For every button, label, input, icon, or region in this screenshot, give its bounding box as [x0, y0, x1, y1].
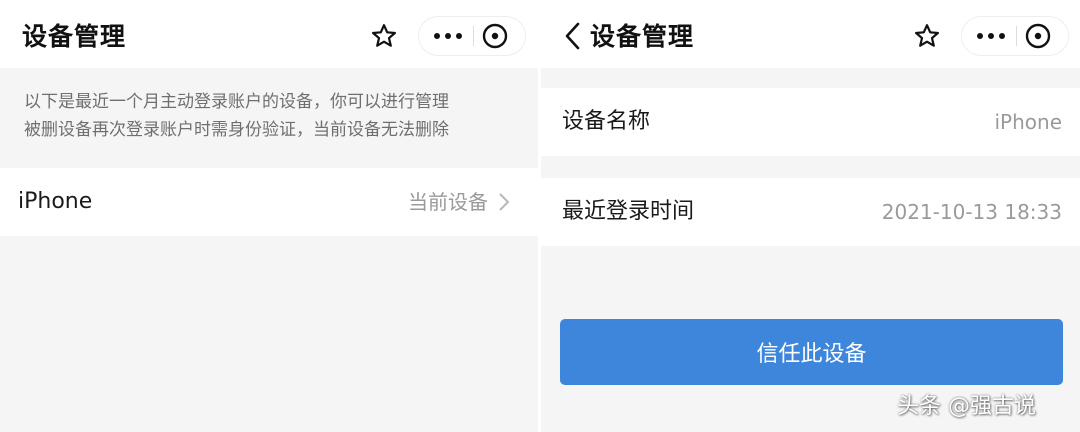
last-login-row: 最近登录时间 2021-10-13 18:33 — [541, 178, 1080, 246]
watermark: 头条 @强古说 — [897, 394, 1036, 419]
more-button[interactable] — [425, 17, 471, 55]
more-dots-icon — [434, 33, 462, 39]
device-name: iPhone — [18, 189, 93, 214]
capsule-divider — [473, 26, 474, 46]
page-title: 设备管理 — [22, 22, 127, 51]
trust-device-button[interactable]: 信任此设备 — [560, 319, 1063, 385]
device-status: 当前设备 — [408, 190, 488, 214]
nav-bar: 设备管理 — [0, 0, 538, 68]
device-notice: 以下是最近一个月主动登录账户的设备，你可以进行管理 被删设备再次登录账户时需身份… — [24, 88, 449, 144]
back-arrow-icon[interactable] — [563, 21, 583, 51]
last-login-value: 2021-10-13 18:33 — [881, 200, 1062, 224]
capsule-divider — [1016, 26, 1017, 46]
star-icon[interactable] — [370, 22, 398, 50]
more-dots-icon — [977, 33, 1005, 39]
notice-line-2: 被删设备再次登录账户时需身份验证，当前设备无法删除 — [24, 120, 449, 140]
menu-capsule — [961, 16, 1069, 56]
close-circle-icon[interactable] — [479, 20, 511, 52]
star-icon[interactable] — [913, 22, 941, 50]
device-row-iphone[interactable]: iPhone 当前设备 — [0, 168, 538, 236]
nav-bar: 设备管理 — [541, 0, 1080, 68]
device-name-row: 设备名称 iPhone — [541, 88, 1080, 156]
device-detail-screen: 设备管理 设备名称 iPhone 最近登录时间 2021-10-13 18:33… — [541, 0, 1080, 432]
page-title: 设备管理 — [590, 22, 695, 51]
chevron-right-icon — [499, 193, 510, 211]
menu-capsule — [418, 16, 526, 56]
device-list-screen: 设备管理 以下是最近一个月主动登录账户的设备，你可以进行管理 被删设备再次登录账… — [0, 0, 538, 432]
last-login-label: 最近登录时间 — [562, 199, 695, 224]
device-name-value: iPhone — [994, 110, 1062, 134]
close-circle-icon[interactable] — [1022, 20, 1054, 52]
device-name-label: 设备名称 — [562, 109, 651, 134]
more-button[interactable] — [968, 17, 1014, 55]
notice-line-1: 以下是最近一个月主动登录账户的设备，你可以进行管理 — [24, 92, 449, 112]
